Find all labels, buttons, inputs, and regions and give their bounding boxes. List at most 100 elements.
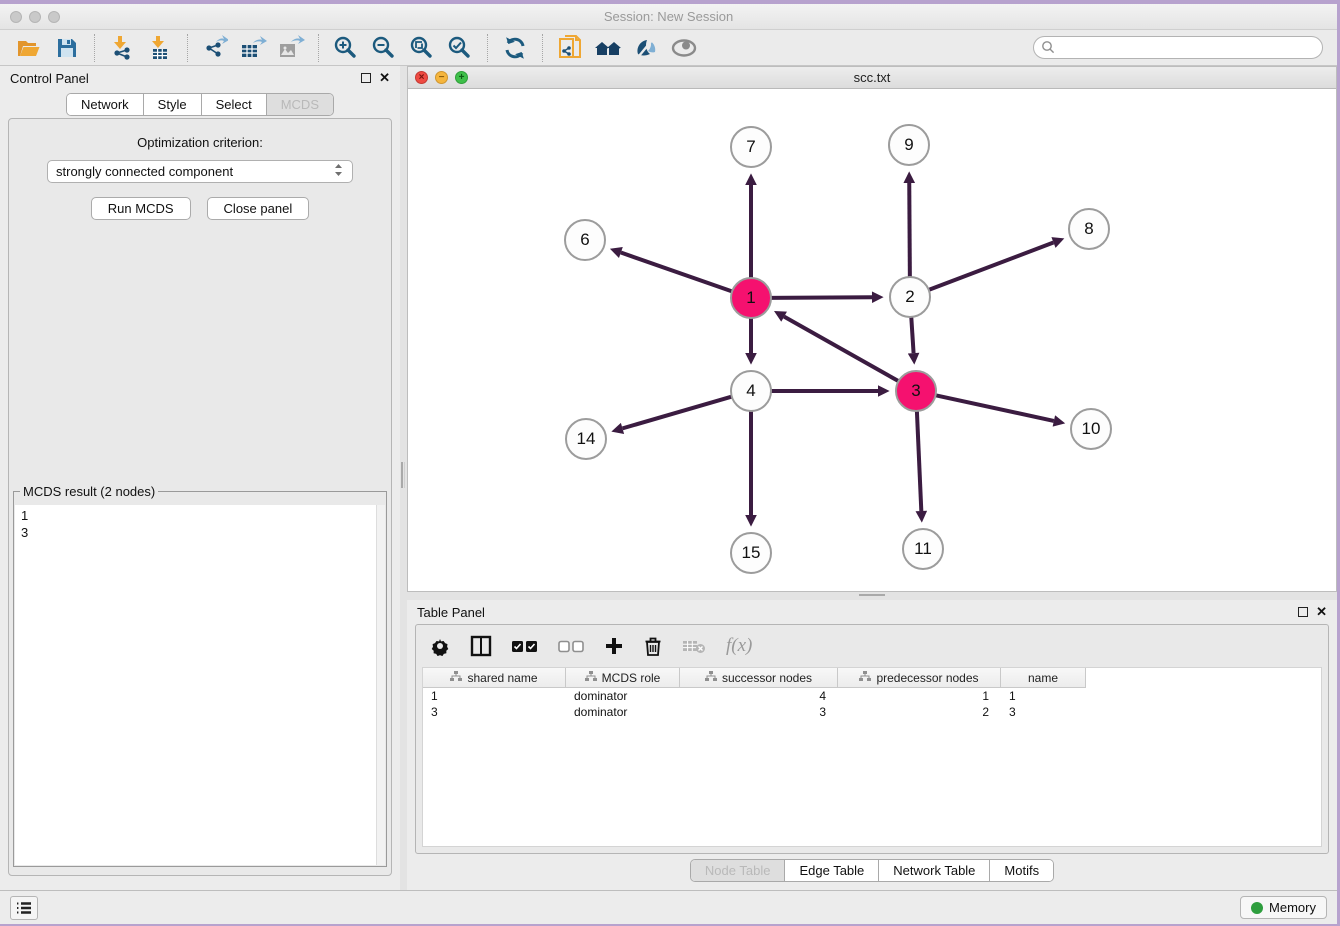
zoom-selected-icon[interactable] bbox=[445, 33, 475, 63]
column-header-successor-nodes[interactable]: successor nodes bbox=[680, 668, 838, 688]
mcds-panel: Optimization criterion: strongly connect… bbox=[8, 118, 392, 876]
table-cell[interactable]: dominator bbox=[566, 688, 680, 704]
mcds-result-textarea[interactable]: 1 3 bbox=[15, 505, 385, 865]
column-header-label: predecessor nodes bbox=[876, 671, 978, 685]
table-row[interactable]: 1dominator411 bbox=[423, 688, 1321, 704]
table-cell[interactable]: 1 bbox=[838, 688, 1001, 704]
graph-node-10[interactable]: 10 bbox=[1070, 408, 1112, 450]
close-panel-button[interactable]: Close panel bbox=[207, 197, 310, 220]
column-settings-icon[interactable] bbox=[430, 634, 450, 658]
divider-grip[interactable] bbox=[859, 594, 885, 597]
close-panel-icon[interactable]: ✕ bbox=[379, 73, 390, 83]
edge-2-9[interactable] bbox=[909, 183, 910, 278]
import-network-icon[interactable] bbox=[107, 33, 137, 63]
graph-node-11[interactable]: 11 bbox=[902, 528, 944, 570]
edge-4-14[interactable] bbox=[622, 396, 732, 428]
delete-column-icon[interactable] bbox=[644, 634, 662, 658]
table-cell[interactable]: dominator bbox=[566, 704, 680, 720]
table-cell[interactable]: 1 bbox=[1001, 688, 1086, 704]
export-network-icon[interactable] bbox=[200, 33, 230, 63]
hide-graphics-details-icon[interactable] bbox=[631, 33, 661, 63]
zoom-out-icon[interactable] bbox=[369, 33, 399, 63]
graph-node-3[interactable]: 3 bbox=[895, 370, 937, 412]
edge-2-3[interactable] bbox=[911, 316, 913, 353]
table-tab-network-table[interactable]: Network Table bbox=[879, 860, 990, 881]
graph-node-14[interactable]: 14 bbox=[565, 418, 607, 460]
table-cell[interactable]: 4 bbox=[680, 688, 838, 704]
open-session-icon[interactable] bbox=[14, 33, 44, 63]
column-header-shared-name[interactable]: shared name bbox=[423, 668, 566, 688]
graph-node-8[interactable]: 8 bbox=[1068, 208, 1110, 250]
table-tab-node-table[interactable]: Node Table bbox=[691, 860, 786, 881]
edge-1-2[interactable] bbox=[770, 297, 872, 298]
divider-grip[interactable] bbox=[401, 462, 405, 488]
column-header-predecessor-nodes[interactable]: predecessor nodes bbox=[838, 668, 1001, 688]
export-image-icon[interactable] bbox=[276, 33, 306, 63]
tree-hierarchy-icon bbox=[585, 671, 597, 685]
tab-network[interactable]: Network bbox=[67, 94, 144, 115]
workspace: Control Panel ✕ NetworkStyleSelectMCDS O… bbox=[0, 66, 1337, 890]
column-header-label: MCDS role bbox=[602, 671, 661, 685]
apply-layout-icon[interactable] bbox=[500, 33, 530, 63]
toolbar-separator bbox=[94, 34, 95, 62]
table-tab-edge-table[interactable]: Edge Table bbox=[785, 860, 879, 881]
column-header-mcds-role[interactable]: MCDS role bbox=[566, 668, 680, 688]
function-builder-icon[interactable]: f(x) bbox=[726, 634, 752, 658]
table-cell[interactable]: 2 bbox=[838, 704, 1001, 720]
show-graphics-details-icon[interactable] bbox=[669, 33, 699, 63]
reset-view-icon[interactable] bbox=[593, 33, 623, 63]
deselect-all-columns-icon[interactable] bbox=[558, 634, 584, 658]
close-panel-icon[interactable]: ✕ bbox=[1316, 607, 1327, 617]
graph-node-1[interactable]: 1 bbox=[730, 277, 772, 319]
control-panel: Control Panel ✕ NetworkStyleSelectMCDS O… bbox=[0, 66, 400, 890]
graph-node-6[interactable]: 6 bbox=[564, 219, 606, 261]
network-canvas[interactable]: 7 9 6 8 1 2 3 4 14 10 15 11 bbox=[408, 89, 1336, 591]
edge-2-8[interactable] bbox=[928, 242, 1054, 290]
window-title: Session: New Session bbox=[0, 9, 1337, 24]
export-table-icon[interactable] bbox=[238, 33, 268, 63]
tab-select[interactable]: Select bbox=[202, 94, 267, 115]
column-header-name[interactable]: name bbox=[1001, 668, 1086, 688]
memory-status-icon bbox=[1251, 902, 1263, 914]
task-history-button[interactable] bbox=[10, 896, 38, 920]
toggle-panel-split-icon[interactable] bbox=[470, 634, 492, 658]
save-session-icon[interactable] bbox=[52, 33, 82, 63]
float-panel-icon[interactable] bbox=[1298, 607, 1308, 617]
zoom-in-icon[interactable] bbox=[331, 33, 361, 63]
horizontal-split-divider[interactable] bbox=[407, 592, 1337, 600]
search-input[interactable] bbox=[1033, 36, 1323, 59]
app-window: Session: New Session bbox=[0, 4, 1337, 924]
criterion-select[interactable]: strongly connected component bbox=[47, 160, 353, 183]
table-cell[interactable]: 3 bbox=[423, 704, 566, 720]
edge-3-11[interactable] bbox=[917, 410, 921, 511]
tab-style[interactable]: Style bbox=[144, 94, 202, 115]
table-cell[interactable]: 3 bbox=[680, 704, 838, 720]
table-row[interactable]: 3dominator323 bbox=[423, 704, 1321, 720]
delete-table-icon[interactable] bbox=[682, 634, 706, 658]
float-panel-icon[interactable] bbox=[361, 73, 371, 83]
tree-hierarchy-icon bbox=[859, 671, 871, 685]
node-table[interactable]: shared name MCDS role successor nodes prede… bbox=[422, 667, 1322, 847]
edge-3-1[interactable] bbox=[784, 317, 899, 382]
add-column-icon[interactable] bbox=[604, 634, 624, 658]
clone-network-icon[interactable] bbox=[555, 33, 585, 63]
edge-3-10[interactable] bbox=[935, 395, 1054, 421]
graph-node-4[interactable]: 4 bbox=[730, 370, 772, 412]
tab-mcds[interactable]: MCDS bbox=[267, 94, 333, 115]
toolbar-separator bbox=[542, 34, 543, 62]
table-cell[interactable]: 3 bbox=[1001, 704, 1086, 720]
graph-node-2[interactable]: 2 bbox=[889, 276, 931, 318]
import-table-icon[interactable] bbox=[145, 33, 175, 63]
run-mcds-button[interactable]: Run MCDS bbox=[91, 197, 191, 220]
zoom-fit-icon[interactable] bbox=[407, 33, 437, 63]
result-scrollbar[interactable] bbox=[376, 505, 385, 865]
graph-node-9[interactable]: 9 bbox=[888, 124, 930, 166]
vertical-split-divider[interactable] bbox=[400, 66, 407, 890]
graph-node-7[interactable]: 7 bbox=[730, 126, 772, 168]
graph-node-15[interactable]: 15 bbox=[730, 532, 772, 574]
table-cell[interactable]: 1 bbox=[423, 688, 566, 704]
edge-1-6[interactable] bbox=[621, 253, 733, 292]
select-all-columns-icon[interactable] bbox=[512, 634, 538, 658]
table-tab-motifs[interactable]: Motifs bbox=[990, 860, 1053, 881]
memory-button[interactable]: Memory bbox=[1240, 896, 1327, 919]
